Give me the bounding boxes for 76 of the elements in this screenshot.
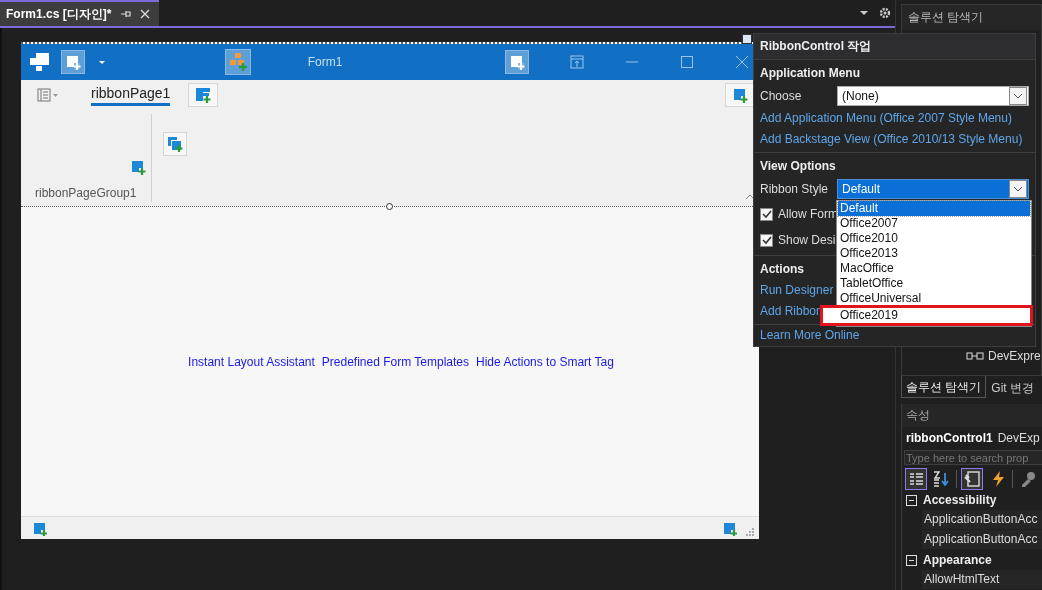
panel-title: 솔루션 탐색기	[902, 5, 1041, 30]
panel-tab[interactable]: Git 변경	[986, 376, 1039, 398]
category-label: Accessibility	[923, 493, 997, 507]
collapse-icon[interactable]	[906, 494, 917, 506]
add-icon	[721, 520, 737, 536]
collapse-icon[interactable]	[906, 554, 917, 566]
document-tab[interactable]: Form1.cs [디자인]*	[0, 0, 160, 26]
chevron-down-icon	[1013, 93, 1023, 99]
ribbon-group-label: ribbonPageGroup1	[35, 186, 137, 200]
category-label: Appearance	[923, 553, 992, 567]
add-icon	[64, 53, 82, 71]
dropdown-icon[interactable]	[859, 8, 869, 18]
object-name: ribbonControl1	[906, 431, 993, 445]
add-icon	[731, 86, 749, 104]
section-heading: Application Menu	[760, 65, 860, 82]
add-item-button[interactable]	[725, 83, 755, 107]
property-name[interactable]: AllowHtmlText	[922, 570, 1042, 590]
tree-item[interactable]: DevExpre	[988, 349, 1041, 363]
checkbox-label: Show Desi	[778, 233, 836, 247]
pin-icon[interactable]	[119, 8, 132, 20]
sort-icon	[932, 470, 951, 488]
dropdown-option[interactable]: Office2010	[838, 231, 1030, 246]
panel-title: RibbonControl 작업	[754, 34, 1035, 60]
smart-tag-handle[interactable]	[742, 34, 752, 44]
field-label: Ribbon Style	[760, 182, 830, 196]
property-name[interactable]: ApplicationButtonAcc	[922, 530, 1042, 550]
dropdown-option[interactable]: OfficeUniversal	[838, 291, 1030, 306]
resize-grip-icon	[745, 527, 755, 537]
checkmark-icon	[761, 235, 772, 245]
categorized-button[interactable]	[905, 468, 927, 490]
app-icon	[29, 52, 51, 72]
panel-title: 속성	[902, 404, 1042, 427]
maximize-icon[interactable]	[680, 55, 694, 69]
shapes-add-icon	[228, 52, 248, 72]
settings-icon[interactable]	[879, 7, 891, 19]
designer-link[interactable]: Predefined Form Templates	[321, 354, 470, 369]
add-page-icon	[194, 86, 212, 104]
close-icon[interactable]	[139, 8, 152, 20]
chevron-down-icon	[1013, 186, 1023, 192]
object-type: DevExp	[997, 431, 1040, 445]
ribbon-page-tab[interactable]: ribbonPage1	[91, 84, 171, 106]
key-icon	[1019, 470, 1038, 488]
section-heading: Actions	[760, 261, 804, 278]
section-heading: View Options	[760, 158, 836, 175]
add-icon	[31, 520, 47, 536]
options-icon[interactable]	[37, 88, 59, 102]
action-link[interactable]: Add Application Menu (Office 2007 Style Menu)	[760, 108, 1029, 129]
checkbox[interactable]	[760, 233, 773, 247]
property-name[interactable]: ApplicationButtonAcc	[922, 510, 1042, 530]
checkmark-icon	[761, 209, 772, 219]
add-icon[interactable]	[130, 159, 147, 176]
action-link[interactable]: Learn More Online	[760, 325, 1029, 346]
properties-button[interactable]	[961, 468, 983, 490]
dropdown-option[interactable]: MacOffice	[838, 261, 1030, 276]
dropdown-field[interactable]: Default	[837, 179, 1029, 199]
add-group-button[interactable]	[163, 132, 187, 156]
designer-link[interactable]: Hide Actions to Smart Tag	[476, 354, 614, 369]
designer-link[interactable]: Instant Layout Assistant	[188, 354, 315, 369]
properties-icon	[963, 470, 981, 488]
form-title: Form1	[306, 55, 344, 69]
add-icon	[508, 53, 526, 71]
dropdown-option[interactable]: Default	[838, 201, 1030, 216]
component-icon	[966, 351, 984, 361]
dropdown-option[interactable]: Office2019	[820, 305, 1033, 326]
checkbox[interactable]	[760, 207, 773, 221]
dropdown-option[interactable]: TabletOffice	[838, 276, 1030, 291]
field-label: Choose	[760, 89, 803, 103]
selection-handle[interactable]	[386, 203, 393, 210]
add-page-button[interactable]	[188, 83, 219, 107]
search-field[interactable]: Type here to search prop	[904, 450, 1042, 465]
dropdown-field[interactable]: (None)	[837, 86, 1029, 106]
dropdown-option[interactable]: Office2007	[838, 216, 1030, 231]
panel-tab[interactable]: 솔루션 탐색기	[901, 376, 987, 398]
action-link[interactable]: Add Backstage View (Office 2010/13 Style Menu)	[760, 129, 1029, 150]
add-group-icon	[166, 135, 184, 153]
dropdown-option[interactable]: Office2013	[838, 246, 1030, 261]
